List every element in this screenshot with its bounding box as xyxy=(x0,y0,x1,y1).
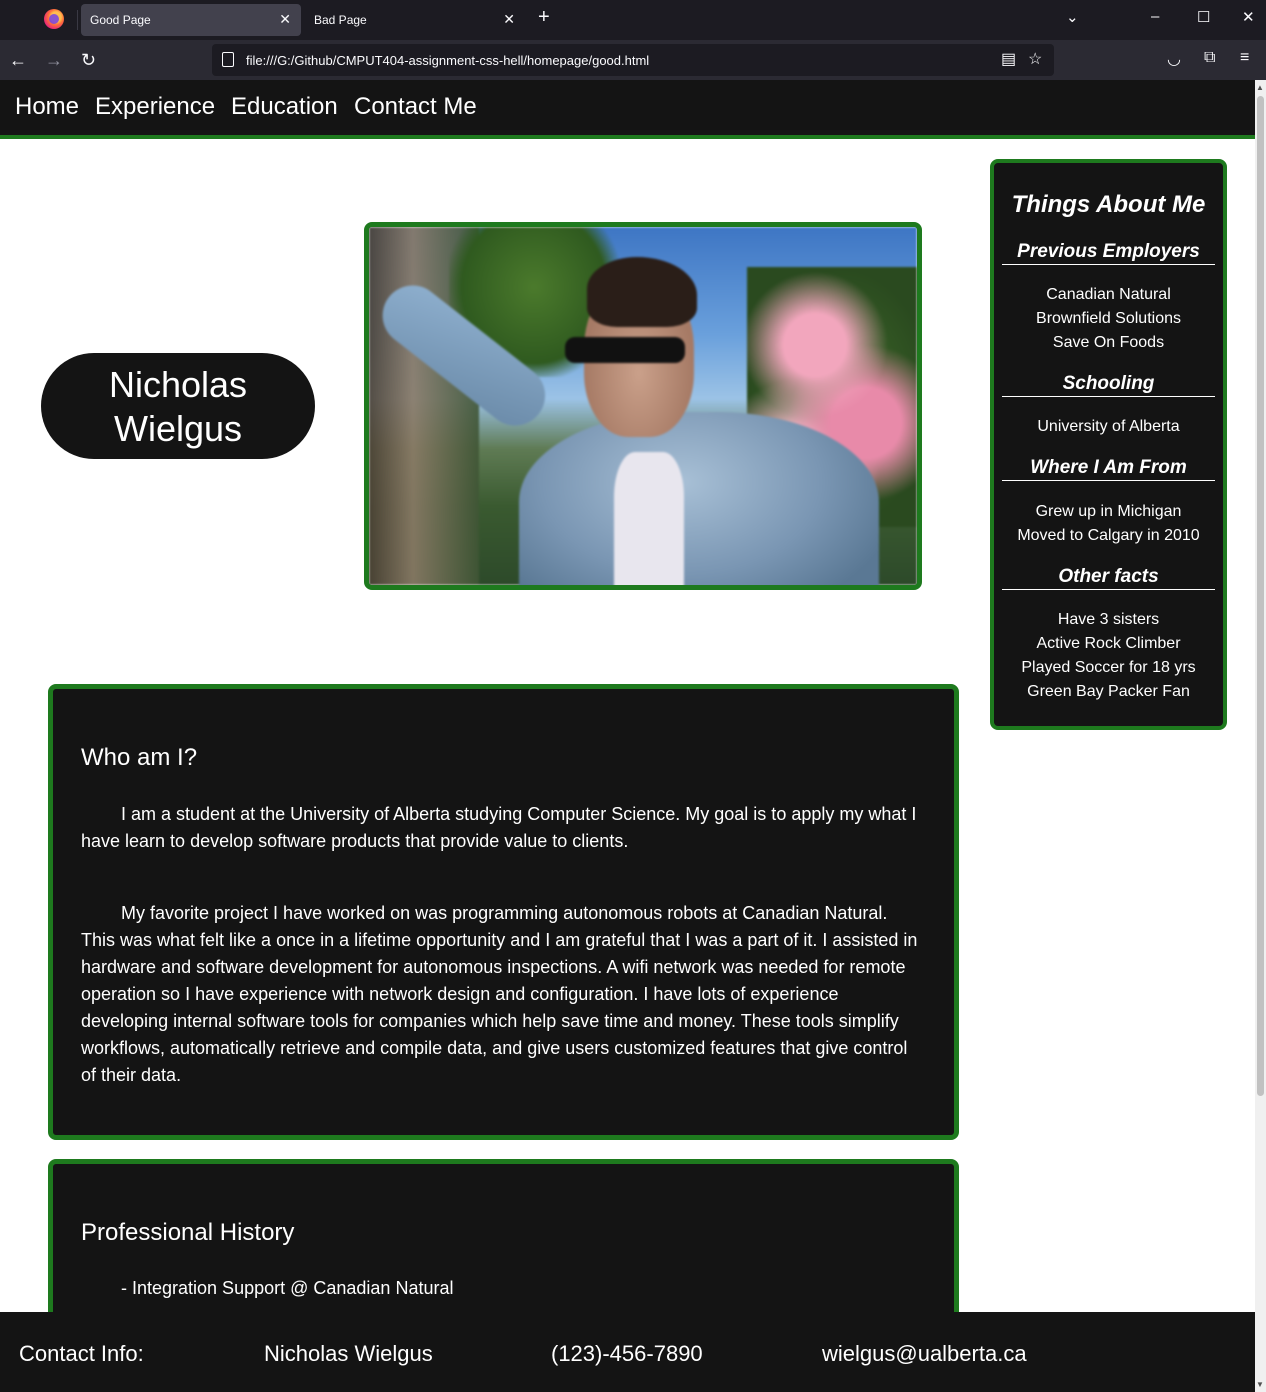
who-am-i-card: Who am I? I am a student at the Universi… xyxy=(48,684,959,1140)
tab-separator xyxy=(77,10,78,30)
contact-footer: Contact Info: Nicholas Wielgus (123)-456… xyxy=(0,1312,1255,1392)
list-item: Green Bay Packer Fan xyxy=(1027,683,1190,700)
footer-contact-label: Contact Info: xyxy=(19,1341,144,1366)
professional-history-item: - Integration Support @ Canadian Natural xyxy=(121,1278,454,1298)
about-list-from: Grew up in Michigan Moved to Calgary in … xyxy=(994,500,1223,548)
forward-arrow-icon[interactable]: → xyxy=(45,48,63,72)
reload-icon[interactable]: ↻ xyxy=(81,48,96,72)
list-item: Canadian Natural xyxy=(1046,286,1171,303)
footer-name: Nicholas Wielgus xyxy=(264,1341,433,1366)
minimize-icon[interactable]: – xyxy=(1151,8,1159,25)
nav-education-link[interactable]: Education xyxy=(231,93,338,121)
site-nav: Home Experience Education Contact Me xyxy=(0,80,1255,139)
list-item: Active Rock Climber xyxy=(1036,635,1181,652)
bookmark-star-icon[interactable]: ☆ xyxy=(1028,49,1042,69)
tab-list-chevron-icon[interactable]: ⌄ xyxy=(1066,8,1079,26)
window-close-icon[interactable]: ✕ xyxy=(1242,8,1255,26)
close-icon[interactable]: ✕ xyxy=(503,11,515,28)
profile-photo xyxy=(364,222,922,590)
page-scrollbar[interactable]: ▲ ▼ xyxy=(1255,80,1266,1392)
browser-tab-bar: Good Page ✕ Bad Page ✕ + ⌄ – ☐ ✕ xyxy=(0,0,1266,40)
who-am-i-paragraph-2: My favorite project I have worked on was… xyxy=(81,903,918,1085)
nav-experience-link[interactable]: Experience xyxy=(95,93,215,121)
list-item: Moved to Calgary in 2010 xyxy=(1017,527,1200,544)
scroll-down-arrow-icon[interactable]: ▼ xyxy=(1256,1380,1264,1389)
close-icon[interactable]: ✕ xyxy=(279,11,291,28)
list-item: Played Soccer for 18 yrs xyxy=(1021,659,1196,676)
list-item: University of Alberta xyxy=(1037,418,1180,435)
menu-hamburger-icon[interactable]: ≡ xyxy=(1240,49,1249,67)
about-heading-other: Other facts xyxy=(1002,566,1215,590)
extensions-icon[interactable]: ⧉ xyxy=(1204,49,1215,67)
list-item: Have 3 sisters xyxy=(1057,611,1160,628)
list-item: Grew up in Michigan xyxy=(1035,503,1182,520)
new-tab-plus-icon[interactable]: + xyxy=(538,6,550,29)
firefox-logo-icon xyxy=(44,9,64,29)
footer-phone: (123)-456-7890 xyxy=(551,1341,703,1366)
name-badge: Nicholas Wielgus xyxy=(41,353,315,459)
name-last: Wielgus xyxy=(113,408,243,449)
about-list-schooling: University of Alberta xyxy=(994,415,1223,439)
tab-good-page[interactable]: Good Page ✕ xyxy=(81,4,301,36)
about-heading-from: Where I Am From xyxy=(1002,457,1215,481)
nav-contact-link[interactable]: Contact Me xyxy=(354,93,477,121)
page-icon xyxy=(222,52,234,67)
about-title: Things About Me xyxy=(1011,191,1206,218)
scroll-thumb[interactable] xyxy=(1257,96,1264,1096)
name-first: Nicholas xyxy=(108,364,248,405)
who-am-i-title: Who am I? xyxy=(81,744,198,771)
pocket-icon[interactable]: ◡ xyxy=(1167,49,1181,69)
who-am-i-paragraph-1: I am a student at the University of Albe… xyxy=(81,804,917,851)
reader-view-icon[interactable]: ▤ xyxy=(1001,49,1016,69)
about-heading-schooling: Schooling xyxy=(1002,373,1215,397)
url-text[interactable]: file:///G:/Github/CMPUT404-assignment-cs… xyxy=(246,53,649,68)
url-bar[interactable]: file:///G:/Github/CMPUT404-assignment-cs… xyxy=(212,44,1054,76)
footer-email: wielgus@ualberta.ca xyxy=(822,1341,1027,1366)
page-viewport: Home Experience Education Contact Me Nic… xyxy=(0,80,1255,1392)
things-about-me-panel: Things About Me Previous Employers Canad… xyxy=(990,159,1227,730)
professional-history-title: Professional History xyxy=(81,1219,295,1246)
list-item: Save On Foods xyxy=(1052,334,1165,351)
tab-bad-page[interactable]: Bad Page ✕ xyxy=(305,4,525,36)
tab-label: Bad Page xyxy=(314,13,367,27)
list-item: Brownfield Solutions xyxy=(1036,310,1181,327)
about-heading-employers: Previous Employers xyxy=(1002,241,1215,265)
profile-photo-image xyxy=(369,227,917,585)
about-list-other: Have 3 sisters Active Rock Climber Playe… xyxy=(994,608,1223,704)
about-list-employers: Canadian Natural Brownfield Solutions Sa… xyxy=(994,283,1223,355)
maximize-icon[interactable]: ☐ xyxy=(1197,8,1210,26)
tab-label: Good Page xyxy=(90,13,151,27)
scroll-up-arrow-icon[interactable]: ▲ xyxy=(1256,83,1264,92)
nav-home-link[interactable]: Home xyxy=(15,93,79,121)
back-arrow-icon[interactable]: ← xyxy=(9,48,27,72)
